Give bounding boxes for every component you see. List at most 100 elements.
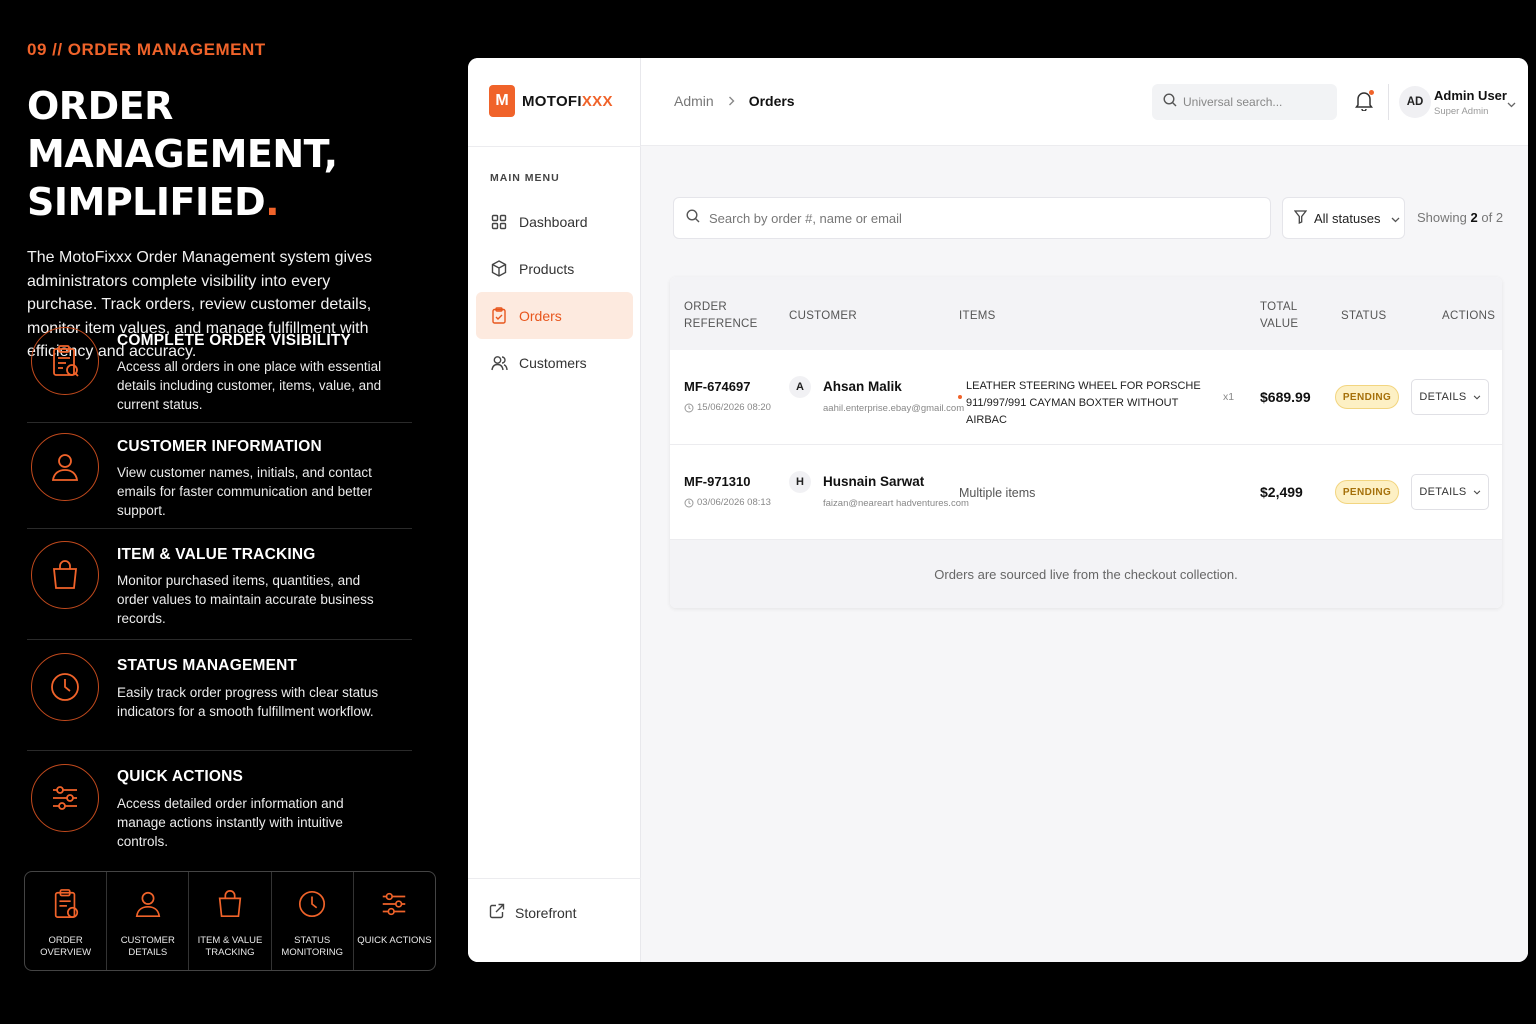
details-button-label: DETAILS (1419, 391, 1467, 403)
column-order-reference[interactable]: ORDER REFERENCE (684, 299, 758, 333)
order-date-text: 03/06/2026 08:13 (697, 497, 771, 508)
sidebar-item-dashboard[interactable]: Dashboard (476, 198, 633, 245)
clock-icon (31, 653, 99, 721)
headline-line-2: SIMPLIFIED (27, 180, 266, 224)
user-icon (133, 888, 163, 925)
iconbar-customer-details: CUSTOMER DETAILS (107, 872, 190, 970)
clock-icon (684, 498, 694, 507)
breadcrumb-orders: Orders (748, 93, 795, 109)
feature-customer-info: CUSTOMER INFORMATION View customer names… (27, 423, 412, 529)
feature-title: CUSTOMER INFORMATION (117, 438, 322, 455)
admin-app-window: M MOTOFIXXX MAIN MENU Dashboard Products… (468, 58, 1528, 962)
items-summary: Multiple items (959, 486, 1036, 500)
table-footer-note: Orders are sourced live from the checkou… (670, 540, 1502, 608)
sidebar-item-label: Products (519, 260, 575, 277)
grid-icon (490, 213, 508, 231)
order-date-text: 15/06/2026 08:20 (697, 402, 771, 413)
item-quantity: x1 (1223, 391, 1235, 403)
sidebar-item-orders[interactable]: Orders (476, 292, 633, 339)
shopping-bag-icon (215, 888, 245, 925)
column-actions: ACTIONS (1442, 310, 1496, 322)
iconbar-label: CUSTOMER DETAILS (120, 935, 175, 958)
user-role: Super Admin (1434, 106, 1489, 117)
breadcrumb: Admin Orders (674, 93, 795, 109)
iconbar-label: ITEM & VALUE TRACKING (197, 935, 263, 958)
iconbar-status-monitoring: STATUS MONITORING (272, 872, 354, 970)
sidebar-item-label: Customers (519, 354, 587, 371)
feature-order-visibility: COMPLETE ORDER VISIBILITY Access all ord… (27, 318, 412, 423)
status-filter-dropdown[interactable]: All statuses (1282, 197, 1405, 239)
shopping-bag-icon (31, 541, 99, 609)
brand[interactable]: M MOTOFIXXX (489, 85, 613, 117)
user-icon (31, 433, 99, 501)
feature-desc: Easily track order progress with clear s… (117, 685, 379, 719)
box-icon (490, 260, 508, 278)
order-reference[interactable]: MF-971310 (684, 474, 750, 489)
headline: ORDER MANAGEMENT, SIMPLIFIED. (27, 82, 447, 226)
universal-search-input[interactable] (1183, 95, 1323, 109)
notifications-button[interactable] (1354, 89, 1374, 116)
customer-initial: H (789, 471, 811, 493)
column-label: VALUE (1260, 318, 1299, 330)
feature-title: QUICK ACTIONS (117, 768, 244, 785)
clock-icon (297, 888, 327, 925)
feature-desc: Access all orders in one place with esse… (117, 359, 382, 412)
table-row[interactable]: MF-971310 03/06/2026 08:13 H Husnain Sar… (670, 445, 1502, 540)
iconbar-item-value: ITEM & VALUE TRACKING (189, 872, 272, 970)
customer-email[interactable]: faizan@neareart hadventures.com (823, 498, 969, 509)
divider (468, 146, 641, 147)
storefront-label: Storefront (515, 904, 577, 921)
clipboard-icon (51, 888, 81, 925)
customer-name: Ahsan Malik (823, 379, 902, 394)
chevron-down-icon[interactable] (1507, 95, 1516, 113)
orders-table: ORDER REFERENCE CUSTOMER ITEMS TOTAL VALUE… (670, 277, 1502, 608)
section-kicker: 09 // ORDER MANAGEMENT (27, 40, 266, 59)
universal-search[interactable] (1152, 84, 1337, 120)
iconbar-order-overview: ORDER OVERVIEW (25, 872, 108, 970)
chevron-right-icon (728, 94, 735, 109)
avatar[interactable]: AD (1399, 86, 1431, 118)
sidebar-item-customers[interactable]: Customers (476, 339, 633, 386)
details-button[interactable]: DETAILS (1411, 474, 1489, 510)
sidebar-item-products[interactable]: Products (476, 245, 633, 292)
iconbar-quick-actions: QUICK ACTIONS (354, 872, 435, 970)
iconbar-label: QUICK ACTIONS (357, 935, 432, 946)
chevron-down-icon (1473, 394, 1480, 400)
storefront-link[interactable]: Storefront (489, 903, 576, 922)
promo-panel: 09 // ORDER MANAGEMENT ORDER MANAGEMENT,… (27, 40, 447, 364)
column-label: TOTAL (1260, 301, 1298, 313)
sidebar-item-label: Orders (519, 307, 562, 324)
order-reference[interactable]: MF-674697 (684, 379, 750, 394)
column-total-value[interactable]: TOTAL VALUE (1260, 299, 1298, 333)
feature-desc: View customer names, initials, and conta… (117, 465, 373, 518)
table-header: ORDER REFERENCE CUSTOMER ITEMS TOTAL VALUE… (670, 277, 1502, 350)
feature-title: COMPLETE ORDER VISIBILITY (117, 332, 352, 349)
status-filter-value: All statuses (1314, 210, 1381, 226)
feature-title: STATUS MANAGEMENT (117, 657, 298, 674)
headline-dot: . (265, 180, 280, 224)
column-status[interactable]: STATUS (1341, 308, 1386, 325)
divider (1388, 84, 1389, 120)
customer-initial: A (789, 376, 811, 398)
column-items[interactable]: ITEMS (959, 308, 996, 325)
sidebar-item-label: Dashboard (519, 213, 588, 230)
customer-name: Husnain Sarwat (823, 474, 925, 489)
order-search[interactable] (673, 197, 1271, 239)
customer-email[interactable]: aahil.enterprise.ebay@gmail.com (823, 403, 964, 414)
details-button[interactable]: DETAILS (1411, 379, 1489, 415)
feature-item-value: ITEM & VALUE TRACKING Monitor purchased … (27, 529, 412, 640)
column-label: ORDER (684, 301, 728, 313)
column-customer[interactable]: CUSTOMER (789, 308, 857, 325)
users-icon (490, 354, 508, 372)
table-row[interactable]: MF-674697 15/06/2026 08:20 A Ahsan Malik… (670, 350, 1502, 445)
order-search-input[interactable] (709, 210, 1249, 226)
user-name[interactable]: Admin User (1434, 88, 1507, 103)
feature-desc: Monitor purchased items, quantities, and… (117, 573, 374, 626)
headline-line-1: ORDER MANAGEMENT, (27, 84, 338, 176)
feature-quick-actions: QUICK ACTIONS Access detailed order info… (27, 751, 412, 861)
breadcrumb-admin[interactable]: Admin (674, 93, 714, 109)
search-icon (686, 208, 700, 228)
bell-icon (1354, 92, 1374, 115)
iconbar-label: STATUS MONITORING (281, 935, 343, 958)
results-count-suffix: of 2 (1481, 210, 1504, 225)
